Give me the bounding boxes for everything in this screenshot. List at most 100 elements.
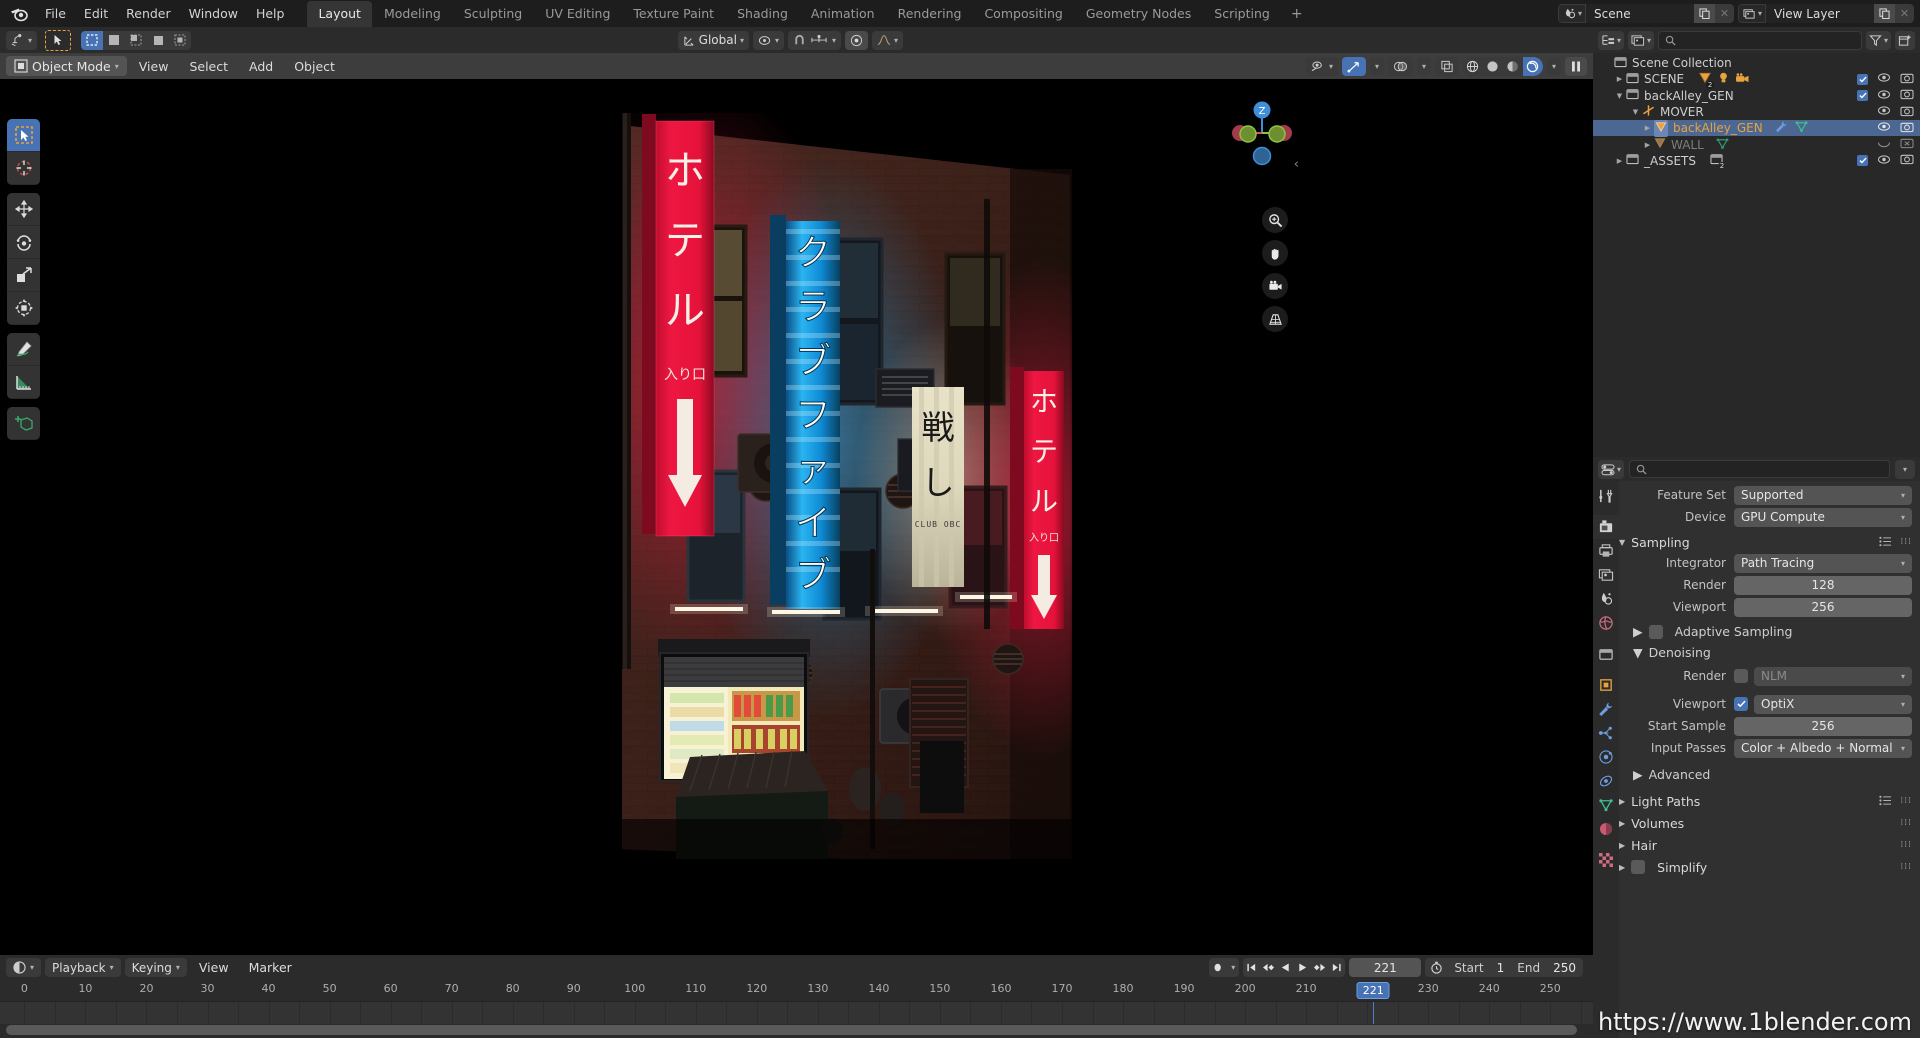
denoising-row[interactable]: ▼ Denoising	[1619, 642, 1912, 663]
viewport-canvas[interactable]: ホ テ ル 入り口 ク ラ ブ フ ァ イ ブ 戦 し CLUB OBC ホ テ…	[0, 79, 1593, 955]
device-dropdown[interactable]: GPU Compute ▾	[1734, 507, 1912, 527]
disclosure-triangle[interactable]: ▼	[1613, 92, 1626, 100]
menu-edit[interactable]: Edit	[75, 3, 117, 24]
eye-closed-icon[interactable]	[1877, 138, 1891, 152]
outliner-row-backalley-collection[interactable]: ▼ backAlley_GEN	[1593, 88, 1920, 104]
eye-icon[interactable]	[1877, 72, 1891, 86]
add-workspace-button[interactable]: +	[1282, 2, 1312, 26]
scene-selector[interactable]: ▾ Scene ✕	[1557, 4, 1734, 23]
timeline-playhead[interactable]	[1373, 1002, 1375, 1024]
outliner-row-backalley-object[interactable]: ▶ backAlley_GEN	[1593, 119, 1920, 137]
solid-shading-icon[interactable]	[1482, 56, 1503, 76]
properties-editor-icon[interactable]: ▾	[1598, 459, 1625, 479]
modifier-tab-icon[interactable]	[1593, 697, 1619, 721]
select-subtract-icon[interactable]	[125, 30, 148, 50]
render-tab-icon[interactable]	[1593, 515, 1619, 539]
play-reverse-icon[interactable]	[1277, 958, 1294, 977]
material-tab-icon[interactable]	[1593, 817, 1619, 841]
jump-start-icon[interactable]	[1243, 958, 1260, 977]
timeline-editor-icon[interactable]: ▾	[6, 958, 42, 977]
cursor-tool[interactable]	[7, 152, 40, 185]
toggle-perspective-icon[interactable]	[1262, 306, 1288, 332]
outliner-filter-id-icon[interactable]: ▾	[1628, 30, 1655, 50]
timeline-horizontal-scrollbar[interactable]	[6, 1025, 1577, 1035]
tool-tab-icon[interactable]	[1593, 484, 1619, 508]
outliner-search-input[interactable]	[1658, 30, 1862, 50]
denoise-render-checkbox[interactable]	[1734, 669, 1748, 683]
timeline-menu-keying[interactable]: Keying ▾	[124, 958, 187, 977]
select-box-icon[interactable]	[81, 30, 104, 50]
new-collection-icon[interactable]	[1895, 30, 1915, 50]
keying-set-dropdown[interactable]: ▾	[1209, 958, 1240, 977]
tweak-cursor-icon[interactable]	[45, 29, 72, 51]
blender-logo-icon[interactable]	[8, 4, 30, 24]
select-difference-icon[interactable]	[147, 30, 170, 50]
scene-new-copy-button[interactable]	[1693, 4, 1715, 23]
advanced-row[interactable]: ▶ Advanced	[1619, 764, 1912, 785]
adaptive-sampling-row[interactable]: ▶ Adaptive Sampling	[1619, 621, 1912, 642]
collection-tab-icon[interactable]	[1593, 642, 1619, 666]
simplify-checkbox[interactable]	[1631, 860, 1646, 874]
snapping-group[interactable]: ▾	[787, 30, 841, 50]
pause-render-icon[interactable]	[1565, 56, 1587, 76]
view-layer-selector[interactable]: ▾ View Layer ✕	[1737, 4, 1914, 23]
viewport-menu-view[interactable]: View	[130, 57, 178, 76]
volumes-panel[interactable]: ▶ Volumes ⁞⁞⁞	[1619, 812, 1912, 834]
integrator-dropdown[interactable]: Path Tracing ▾	[1734, 553, 1912, 573]
scale-tool[interactable]	[7, 259, 40, 292]
disclosure-triangle[interactable]: ▶	[1613, 157, 1626, 165]
annotate-tool[interactable]	[7, 333, 40, 366]
current-frame-field[interactable]: 221	[1349, 958, 1422, 977]
preset-list-icon[interactable]	[1879, 794, 1892, 809]
eye-icon[interactable]	[1877, 154, 1891, 168]
timeline-menu-marker[interactable]: Marker	[241, 958, 300, 977]
falloff-smooth-dropdown[interactable]: ▾	[871, 30, 903, 50]
timeline-playhead-label[interactable]: 221	[1356, 982, 1390, 999]
sidebar-collapse-arrow-icon[interactable]: ‹	[1294, 157, 1299, 172]
shading-options-chevron-icon[interactable]: ▾	[1546, 57, 1561, 75]
viewport-menu-object[interactable]: Object	[285, 57, 344, 76]
properties-options-chevron-icon[interactable]: ▾	[1894, 459, 1915, 479]
object-visibility-dropdown[interactable]: ▾	[1305, 56, 1338, 76]
menu-file[interactable]: File	[36, 3, 75, 24]
menu-window[interactable]: Window	[180, 3, 247, 24]
data-tab-icon[interactable]	[1593, 793, 1619, 817]
particles-tab-icon[interactable]	[1593, 721, 1619, 745]
panel-drag-dots-icon[interactable]: ⁞⁞⁞	[1900, 537, 1912, 546]
adaptive-sampling-checkbox[interactable]	[1648, 624, 1663, 639]
tab-texture-paint[interactable]: Texture Paint	[622, 1, 725, 27]
rendered-shading-icon[interactable]	[1522, 56, 1543, 76]
constraints-tab-icon[interactable]	[1593, 769, 1619, 793]
outliner-filter-icon[interactable]: ▾	[1865, 30, 1891, 50]
tab-sculpting[interactable]: Sculpting	[453, 1, 533, 27]
texture-tab-icon[interactable]	[1593, 848, 1619, 872]
end-frame-value[interactable]: 250	[1546, 961, 1583, 975]
sampling-panel-header[interactable]: ▼ Sampling ⁞⁞⁞	[1619, 531, 1912, 553]
stopwatch-icon[interactable]	[1425, 961, 1448, 974]
outliner-row-wall[interactable]: ▶ WALL	[1593, 136, 1920, 152]
menu-help[interactable]: Help	[247, 3, 294, 24]
gizmo-options-chevron-icon[interactable]: ▾	[1369, 57, 1384, 75]
pan-hand-icon[interactable]	[1262, 240, 1288, 266]
select-intersect-icon[interactable]	[169, 30, 192, 50]
outliner-display-mode-icon[interactable]: ▾	[1598, 30, 1625, 50]
jump-end-icon[interactable]	[1328, 958, 1345, 977]
denoise-viewport-dropdown[interactable]: OptiX ▾	[1754, 694, 1912, 714]
checkbox-enabled[interactable]	[1857, 155, 1868, 167]
properties-search-input[interactable]	[1629, 460, 1890, 478]
tab-uv-editing[interactable]: UV Editing	[534, 1, 621, 27]
panel-drag-dots-icon[interactable]: ⁞⁞⁞	[1900, 796, 1912, 805]
prev-keyframe-icon[interactable]	[1260, 958, 1277, 977]
menu-render[interactable]: Render	[117, 3, 180, 24]
move-tool[interactable]	[7, 193, 40, 226]
object-mode-dropdown[interactable]: Object Mode ▾	[6, 56, 127, 76]
zoom-icon[interactable]	[1262, 207, 1288, 233]
tab-animation[interactable]: Animation	[800, 1, 886, 27]
simplify-panel[interactable]: ▶ Simplify ⁞⁞⁞	[1619, 856, 1912, 878]
scene-tab-icon[interactable]	[1593, 587, 1619, 611]
camera-render-icon[interactable]	[1900, 72, 1914, 87]
input-passes-dropdown[interactable]: Color + Albedo + Normal ▾	[1734, 738, 1912, 758]
navigation-gizmo[interactable]: Z	[1226, 97, 1298, 169]
view-layer-new-button[interactable]	[1874, 4, 1895, 23]
denoise-viewport-checkbox[interactable]	[1734, 697, 1748, 711]
